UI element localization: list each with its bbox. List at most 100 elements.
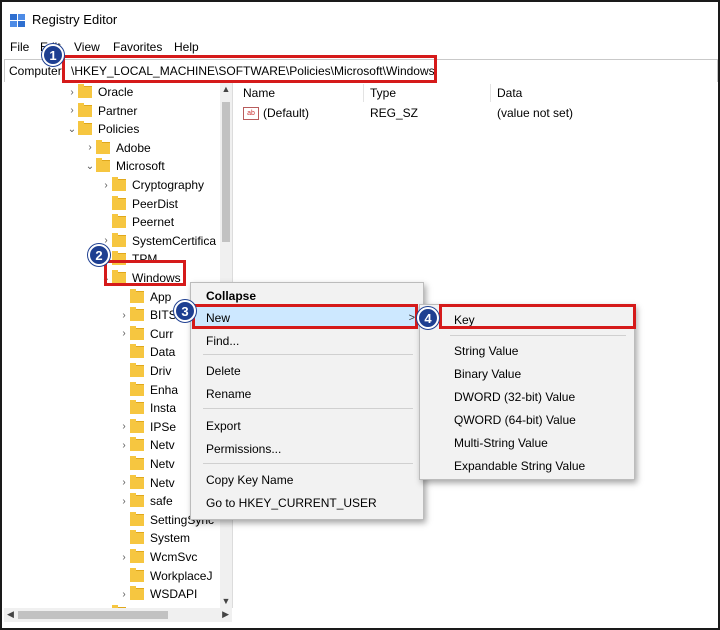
tree-node[interactable]: › Partner [66,102,137,120]
menu-item-copy-key-name[interactable]: Copy Key Name [191,469,423,491]
submenu-item-expandable-string-value[interactable]: Expandable String Value [420,455,634,477]
chevron-down-icon[interactable]: ⌄ [66,124,78,135]
tree-node[interactable]: App [118,288,171,306]
step-badge-2: 2 [88,244,110,266]
tree-node-label: WcmSvc [150,550,198,564]
chevron-right-icon[interactable]: › [118,440,130,451]
tree-node[interactable]: › Netv [118,436,175,454]
tree-node[interactable]: Insta [118,399,176,417]
tree-node[interactable]: WorkplaceJ [118,567,212,585]
submenu-item-binary-value[interactable]: Binary Value [420,363,634,385]
folder-icon [130,363,144,377]
scroll-right-icon[interactable]: ▶ [222,609,229,620]
tree-node[interactable]: Peernet [100,213,174,231]
registry-editor-icon [10,14,25,27]
tree-node[interactable]: › Curr [118,325,173,343]
tree-horizontal-scrollbar[interactable]: ◀ ▶ [4,608,232,622]
chevron-right-icon[interactable]: › [66,87,78,98]
column-header-type[interactable]: Type [370,86,396,100]
tree-node[interactable]: › Oracle [66,83,133,101]
h-scroll-thumb[interactable] [18,611,168,619]
menu-file[interactable]: File [10,40,29,54]
tree-node[interactable]: › BITS [118,306,177,324]
folder-icon [130,456,144,470]
submenu-item-multi-string-value[interactable]: Multi-String Value [420,432,634,454]
scroll-up-icon[interactable]: ▲ [220,84,232,94]
folder-icon [78,84,92,98]
menu-item-find[interactable]: Find... [191,330,423,352]
folder-icon [112,214,126,229]
folder-icon [130,344,144,359]
menu-help[interactable]: Help [174,40,199,54]
menu-item-rename[interactable]: Rename [191,383,423,405]
folder-icon [130,567,144,582]
folder-icon [130,418,144,433]
scroll-down-icon[interactable]: ▼ [220,596,232,606]
submenu-item-qword-value[interactable]: QWORD (64-bit) Value [420,409,634,431]
menu-separator [450,335,626,336]
window-title: Registry Editor [32,12,118,27]
tree-node-label: Curr [150,326,174,341]
menu-view[interactable]: View [74,40,100,54]
submenu-item-string-value[interactable]: String Value [420,340,634,362]
dword-value-label: DWORD (32-bit) Value [454,390,576,404]
chevron-right-icon[interactable]: › [118,589,130,600]
tree-node[interactable]: › safe [118,492,173,510]
scroll-thumb[interactable] [222,102,230,242]
tree-node[interactable]: ⌄ Microsoft [84,157,165,175]
column-header-name[interactable]: Name [243,86,275,100]
chevron-right-icon[interactable]: › [118,552,130,563]
tree-node[interactable]: Driv [118,362,171,380]
find-label: Find... [206,334,240,348]
menu-favorites[interactable]: Favorites [113,40,162,54]
submenu-item-dword-value[interactable]: DWORD (32-bit) Value [420,386,634,408]
chevron-right-icon[interactable]: › [100,180,112,191]
column-header-data[interactable]: Data [497,86,522,100]
tree-node[interactable]: › Cryptography [100,176,204,194]
tree-node[interactable]: › SystemCertifica [100,232,216,250]
chevron-right-icon[interactable]: › [118,328,130,339]
tree-node[interactable]: Netv [118,455,175,473]
tree-node[interactable]: › Adobe [84,139,151,157]
tree-node-label: App [150,289,172,304]
folder-icon [130,493,144,508]
title-bar: Registry Editor [2,2,718,36]
delete-label: Delete [206,364,241,378]
step-badge-4: 4 [417,307,439,329]
tree-node[interactable]: › Netv [118,474,175,492]
tree-node-label: Netv [150,475,175,490]
menu-item-delete[interactable]: Delete [191,360,423,382]
menu-item-export[interactable]: Export [191,415,423,437]
annotation-box-key [439,304,636,329]
column-divider[interactable] [490,84,491,102]
tree-node[interactable]: Enha [118,381,178,399]
tree-node-label: Cryptography [132,178,205,192]
column-divider[interactable] [363,84,364,102]
tree-node-label: Policies [98,122,140,137]
tree-node[interactable]: › IPSe [118,418,176,436]
chevron-right-icon[interactable]: › [118,310,130,321]
menu-item-goto-hkcu[interactable]: Go to HKEY_CURRENT_USER [191,492,423,514]
annotation-box-new [192,304,418,329]
tree-node-label: Data [150,345,176,360]
tree-node[interactable]: ⌄ Policies [66,120,139,138]
folder-icon [78,121,92,136]
chevron-right-icon[interactable]: › [118,477,130,488]
folder-icon [130,400,144,415]
tree-node[interactable]: PeerDist [100,195,178,213]
menu-item-permissions[interactable]: Permissions... [191,438,423,460]
tree-node-label: safe [150,494,173,509]
tree-node[interactable]: › WcmSvc [118,548,197,566]
copy-key-name-label: Copy Key Name [206,473,294,487]
tree-node[interactable]: System [118,529,190,547]
menu-separator [203,354,413,355]
scroll-left-icon[interactable]: ◀ [7,609,14,620]
chevron-right-icon[interactable]: › [84,142,96,153]
chevron-down-icon[interactable]: ⌄ [84,161,96,172]
tree-node[interactable]: › WSDAPI [118,585,197,603]
folder-icon [130,586,144,601]
tree-node[interactable]: Data [118,343,175,361]
chevron-right-icon[interactable]: › [66,105,78,116]
chevron-right-icon[interactable]: › [118,421,130,432]
chevron-right-icon[interactable]: › [118,496,130,507]
